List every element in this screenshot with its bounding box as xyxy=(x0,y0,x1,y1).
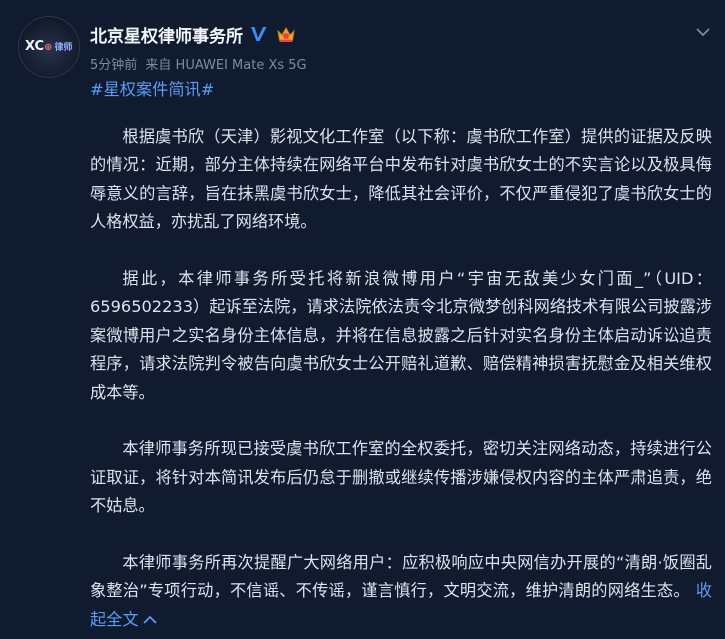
post-paragraph-4: 本律师事务所再次提醒广大网络用户：应积极响应中央网信办开展的“清朗·饭圈乱象整治… xyxy=(90,549,712,635)
post-source: 来自 HUAWEI Mate Xs 5G xyxy=(145,58,307,73)
post-paragraph-2: 据此，本律师事务所受托将新浪微博用户“宇宙无敌美少女门面_”（UID：65965… xyxy=(90,268,712,402)
crown-badge-icon[interactable] xyxy=(275,24,297,44)
avatar[interactable]: XC⊕ 律师 xyxy=(18,16,80,78)
verified-v-icon xyxy=(249,24,269,44)
chevron-down-icon xyxy=(696,28,710,37)
avatar-logo: XC⊕ 律师 xyxy=(25,39,73,54)
account-name[interactable]: 北京星权律师事务所 xyxy=(90,22,243,47)
post-header: XC⊕ 律师 北京星权律师事务所 5分钟前 来自 HUAWEI Mate Xs 5… xyxy=(18,14,725,84)
weibo-post-card: XC⊕ 律师 北京星权律师事务所 5分钟前 来自 HUAWEI Mate Xs 5… xyxy=(0,0,725,639)
post-paragraph-4-text: 本律师事务所再次提醒广大网络用户：应积极响应中央网信办开展的“清朗·饭圈乱象整治… xyxy=(90,552,712,601)
more-options-button[interactable] xyxy=(693,22,713,42)
hashtag-link[interactable]: #星权案件简讯# xyxy=(90,76,712,105)
chevron-up-icon xyxy=(142,615,157,624)
post-time[interactable]: 5分钟前 xyxy=(90,58,137,73)
post-meta: 5分钟前 来自 HUAWEI Mate Xs 5G xyxy=(90,54,307,73)
post-paragraph-3: 本律师事务所现已接受虞书欣工作室的全权委托，密切关注网络动态，持续进行公证取证，… xyxy=(90,439,712,515)
post-content: #星权案件简讯# 根据虞书欣（天津）影视文化工作室（以下称：虞书欣工作室）提供的… xyxy=(90,76,712,634)
account-name-row: 北京星权律师事务所 xyxy=(90,20,297,48)
post-paragraph-1: 根据虞书欣（天津）影视文化工作室（以下称：虞书欣工作室）提供的证据及反映的情况：… xyxy=(90,126,712,232)
